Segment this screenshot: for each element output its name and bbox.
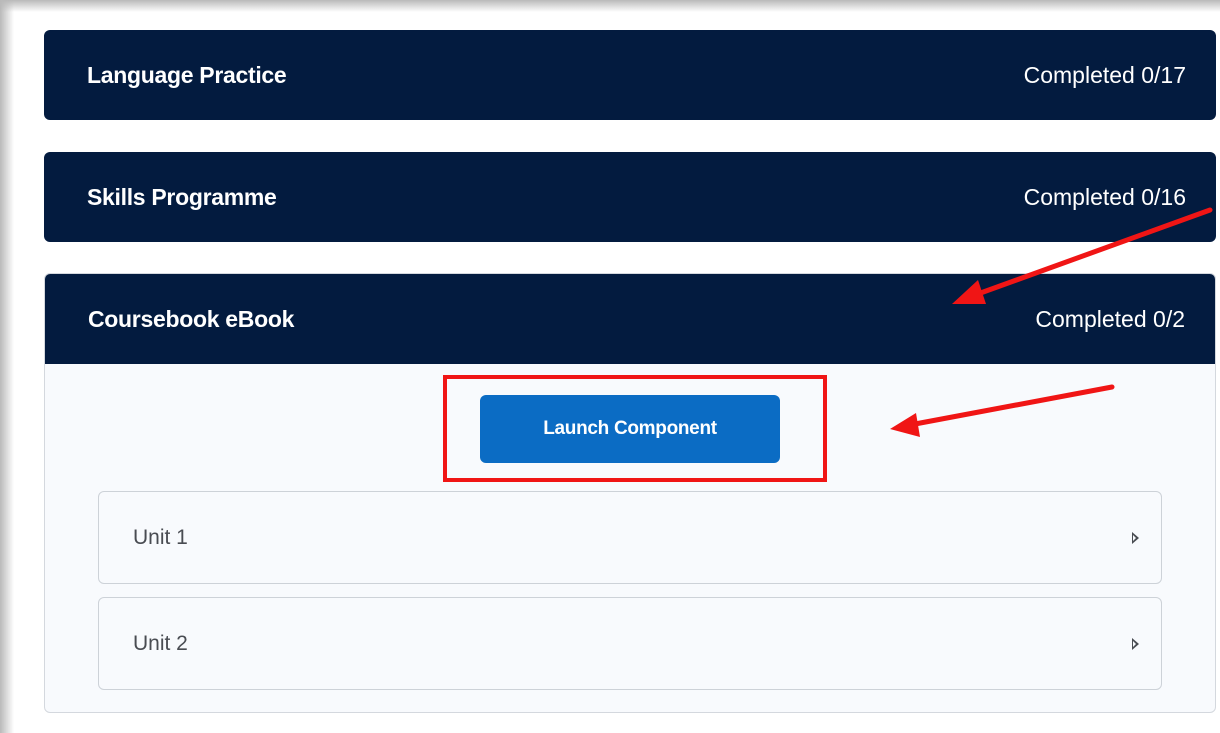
completion-status: Completed 0/2 xyxy=(1035,305,1185,332)
section-title: Language Practice xyxy=(87,61,287,88)
section-title: Skills Programme xyxy=(87,183,277,210)
section-skills-programme[interactable]: Skills Programme Completed 0/16 xyxy=(44,152,1216,242)
caret-right-icon xyxy=(1132,531,1139,544)
completion-status: Completed 0/16 xyxy=(1023,183,1186,210)
completion-status: Completed 0/17 xyxy=(1023,61,1186,88)
page-frame: Language Practice Completed 0/17 Skills … xyxy=(0,0,1220,733)
launch-component-button[interactable]: Launch Component xyxy=(480,395,780,463)
unit-label: Unit 1 xyxy=(133,525,188,549)
section-title: Coursebook eBook xyxy=(88,305,295,332)
section-language-practice[interactable]: Language Practice Completed 0/17 xyxy=(44,30,1216,120)
unit-label: Unit 2 xyxy=(133,631,188,655)
section-coursebook-ebook: Coursebook eBook Completed 0/2 Launch Co… xyxy=(44,273,1216,713)
caret-right-icon xyxy=(1132,637,1139,650)
unit-row[interactable]: Unit 2 xyxy=(98,597,1162,690)
section-header[interactable]: Coursebook eBook Completed 0/2 xyxy=(45,274,1215,364)
unit-row[interactable]: Unit 1 xyxy=(98,491,1162,584)
